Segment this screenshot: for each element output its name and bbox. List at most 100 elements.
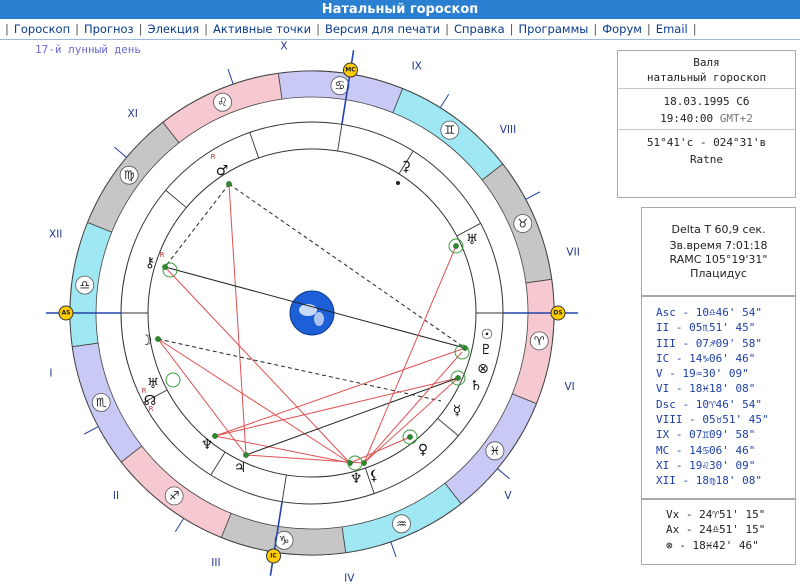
planet-anchor-dot xyxy=(226,181,232,187)
cusp-outer-tick xyxy=(227,68,234,85)
jupiter-glyph: ♃ xyxy=(234,460,247,476)
mars-glyph: ♂ xyxy=(216,163,229,179)
house-number-label: VIII xyxy=(500,124,516,136)
planet-anchor-dot xyxy=(155,336,161,342)
zodiac-sign-glyph: ♓ xyxy=(490,444,501,458)
cusp-row: Asc - 10♎46' 54" xyxy=(656,306,762,319)
moon-glyph: ☽ xyxy=(140,333,153,349)
antivertex-row: Ax - 24♎51' 15" xyxy=(666,523,766,537)
nav-programs[interactable]: Программы xyxy=(519,22,589,36)
cusp-list: Asc - 10♎46' 54" II - 05♏51' 45" III - 0… xyxy=(642,305,795,489)
cusp-row: IX - 07♊09' 58" xyxy=(656,428,756,442)
vertex-row: Vx - 24♈51' 15" xyxy=(666,508,766,521)
ceres-glyph: ⚳ xyxy=(401,159,411,175)
nav-horoscope[interactable]: Гороскоп xyxy=(14,22,70,36)
zodiac-sign-glyph: ♊ xyxy=(444,123,455,137)
cusp-outer-tick xyxy=(114,146,127,158)
cusp-outer-tick xyxy=(525,191,541,200)
zodiac-sign-glyph: ♒ xyxy=(396,517,407,531)
zodiac-sign-glyph: ♎ xyxy=(79,278,90,292)
birth-date: 18.03.1995 Сб xyxy=(663,95,750,108)
house-number-label: III xyxy=(211,557,220,569)
nav-election[interactable]: Элекция xyxy=(148,22,200,36)
planet-anchor-dot xyxy=(243,452,249,458)
house-number-label: XII xyxy=(49,229,62,241)
nav-separator: | xyxy=(316,22,320,36)
nav-separator: | xyxy=(75,22,79,36)
house-number-label: IX xyxy=(412,60,422,72)
house-number-label: VI xyxy=(564,381,574,393)
nav-help[interactable]: Справка xyxy=(454,22,505,36)
timezone: GMT+2 xyxy=(719,112,753,125)
nav-separator: | xyxy=(445,22,449,36)
zodiac-sign-glyph: ♈ xyxy=(534,334,545,348)
uranus-glyph: ♅ xyxy=(147,376,160,392)
birth-time: 19:40:00 xyxy=(660,112,714,125)
cusp-row: XI - 19♌30' 09" xyxy=(656,458,756,472)
house-number-label: X xyxy=(280,40,287,52)
house-number-label: IV xyxy=(344,572,355,584)
neptune-glyph: ♆ xyxy=(350,471,363,487)
cusp-outer-tick xyxy=(439,93,450,109)
nav-separator: | xyxy=(593,22,598,36)
planet-anchor-dot xyxy=(453,243,459,249)
planet-anchor-dot xyxy=(407,434,413,440)
cusp-row: IC - 14♑06' 46" xyxy=(656,351,756,365)
as-axis-label: AS xyxy=(62,310,71,317)
sun-glyph: ☉ xyxy=(481,327,494,343)
nav-separator: | xyxy=(692,22,697,36)
cusp-row: V - 19♒30' 09" xyxy=(656,367,749,381)
nav-active-points[interactable]: Активные точки xyxy=(213,22,311,36)
nav-email[interactable]: Email xyxy=(656,22,688,36)
nav-separator: | xyxy=(646,22,651,36)
nav-separator: | xyxy=(138,22,143,36)
ramc: RAMC 105°19'31" xyxy=(669,253,768,266)
sidereal-time: Зв.время 7:01:18 xyxy=(669,239,768,252)
mc-axis-label: MC xyxy=(345,67,356,74)
nav-print-version[interactable]: Версия для печати xyxy=(325,22,440,36)
cusp-row: MC - 14♋06' 46" xyxy=(656,443,756,457)
cusp-row: VI - 18♓18' 08" xyxy=(656,382,756,396)
neptune-glyph: ♆ xyxy=(201,437,214,453)
zodiac-sign-glyph: ♑ xyxy=(279,533,290,547)
ds-axis-label: DS xyxy=(553,310,562,317)
house-cusps-panel: Asc - 10♎46' 54" II - 05♏51' 45" III - 0… xyxy=(641,296,796,499)
retrograde-mark: R xyxy=(211,153,216,161)
coordinates: 51°41'с - 024°31'в xyxy=(646,136,767,149)
zodiac-sign-glyph: ♉ xyxy=(517,217,528,231)
house-number-label: II xyxy=(113,490,119,502)
house-number-label: VII xyxy=(566,247,579,259)
delta-t: Delta T 60,9 сек. xyxy=(671,223,766,236)
ic-axis-label: IC xyxy=(270,552,277,559)
house-system: Плацидус xyxy=(690,267,747,280)
info-panel: Валя натальный гороскоп 18.03.1995 Сб 19… xyxy=(617,50,796,198)
chart-subtitle: натальный гороскоп xyxy=(646,71,767,84)
main-nav: | Гороскоп | Прогноз | Элекция | Активны… xyxy=(0,19,800,40)
tech-panel: Delta T 60,9 сек. Зв.время 7:01:18 RAMC … xyxy=(641,207,796,296)
page-title: Натальный гороскоп xyxy=(0,0,800,19)
ceres-anchor-dot xyxy=(396,181,400,185)
earth-globe-land xyxy=(314,312,324,326)
zodiac-sign-glyph: ♌ xyxy=(217,95,228,109)
saturn-glyph: ♄ xyxy=(470,378,483,394)
cusp-row: Dsc - 10♈46' 54" xyxy=(656,397,762,411)
house-number-label: XI xyxy=(128,108,138,120)
nav-separator: | xyxy=(509,22,514,36)
points-panel: Vx - 24♈51' 15" Ax - 24♎51' 15" ⊗ - 18♓4… xyxy=(641,499,796,565)
nav-separator: | xyxy=(5,22,9,36)
zodiac-sign-glyph: ♏ xyxy=(96,395,107,409)
house-number-label: V xyxy=(504,490,512,502)
cusp-outer-tick xyxy=(390,541,397,558)
uranus-glyph: ♅ xyxy=(466,232,479,248)
venus-glyph: ♀ xyxy=(418,442,428,458)
birth-place: Ratne xyxy=(689,153,724,166)
earth-globe-icon xyxy=(289,290,335,336)
zodiac-sign-glyph: ♋ xyxy=(335,79,346,93)
cusp-row: II - 05♏51' 45" xyxy=(656,321,756,335)
nav-forecast[interactable]: Прогноз xyxy=(84,22,134,36)
cusp-row: VIII - 05♉51' 45" xyxy=(656,413,769,427)
nav-separator: | xyxy=(204,22,209,36)
nav-forum[interactable]: Форум xyxy=(602,22,642,36)
part-of-fortune-glyph: ⊗ xyxy=(477,361,489,377)
cusp-outer-tick xyxy=(174,517,185,533)
